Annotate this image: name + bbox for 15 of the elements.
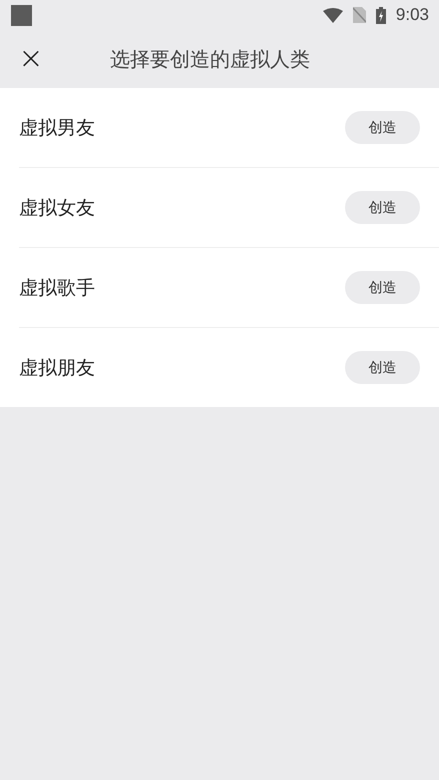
close-button[interactable]: × bbox=[18, 44, 44, 74]
item-label: 虚拟女友 bbox=[19, 196, 95, 220]
create-button[interactable]: 创造 bbox=[345, 191, 420, 224]
item-label: 虚拟歌手 bbox=[19, 276, 95, 300]
wifi-icon bbox=[322, 8, 343, 22]
page-title: 选择要创造的虚拟人类 bbox=[110, 46, 310, 72]
create-button[interactable]: 创造 bbox=[345, 271, 420, 304]
status-time: 9:03 bbox=[396, 5, 429, 25]
no-sim-icon bbox=[352, 7, 366, 23]
item-label: 虚拟朋友 bbox=[19, 356, 95, 380]
create-button[interactable]: 创造 bbox=[345, 111, 420, 144]
battery-charging-icon bbox=[376, 6, 386, 24]
item-label: 虚拟男友 bbox=[19, 116, 95, 140]
create-button[interactable]: 创造 bbox=[345, 351, 420, 384]
notification-icon bbox=[11, 4, 32, 26]
